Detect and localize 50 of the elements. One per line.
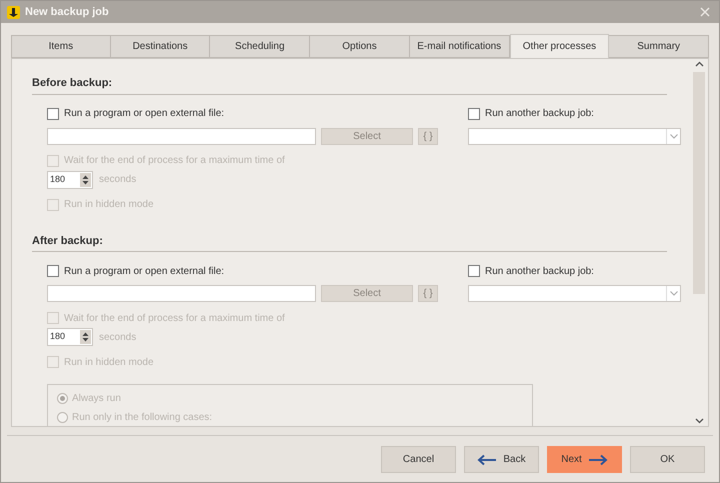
chevron-down-icon[interactable] — [670, 134, 678, 138]
tab[interactable]: Summary — [609, 35, 710, 58]
backup-job-dropdown[interactable] — [468, 285, 681, 302]
back-button[interactable]: Back — [464, 446, 539, 473]
tab[interactable]: E-mail notifications — [410, 35, 510, 58]
radio-label: Always run — [72, 392, 121, 406]
next-button[interactable]: Next — [547, 446, 622, 473]
spin-arrows-icon[interactable] — [80, 330, 91, 344]
tab[interactable]: Other processes — [510, 34, 610, 58]
checkbox-label: Run a program or open external file: — [64, 107, 224, 121]
checkbox[interactable] — [468, 108, 480, 120]
tab[interactable]: Items — [11, 35, 111, 58]
file-path-field[interactable] — [47, 128, 316, 144]
radio-button[interactable] — [57, 412, 68, 423]
scroll-down-icon[interactable] — [694, 418, 704, 424]
cancel-button[interactable]: Cancel — [381, 446, 456, 473]
unit-label: seconds — [99, 330, 136, 344]
unit-label: seconds — [99, 173, 136, 187]
app-icon — [7, 6, 20, 18]
checkbox-label: Run another backup job: — [485, 264, 594, 278]
file-path-field[interactable] — [47, 285, 316, 302]
checkbox-label: Wait for the end of process for a maximum time of — [64, 154, 285, 168]
tab[interactable]: Destinations — [110, 35, 210, 58]
checkbox[interactable] — [468, 265, 480, 277]
radio-button[interactable] — [57, 393, 68, 404]
scroll-up-icon[interactable] — [694, 61, 704, 67]
arrow-left-icon — [477, 454, 498, 466]
tab[interactable]: Scheduling — [210, 35, 310, 58]
checkbox-label: Run in hidden mode — [64, 198, 154, 212]
section-heading: Before backup: — [32, 76, 112, 91]
checkbox-label: Run another backup job: — [485, 107, 594, 121]
scrollbar[interactable] — [693, 59, 705, 426]
radio-label: Run only in the following cases: — [72, 411, 212, 425]
arrow-right-icon — [588, 454, 608, 466]
chevron-down-icon[interactable] — [670, 291, 678, 296]
checkbox-label: Run in hidden mode — [64, 356, 154, 370]
timeout-spinbox[interactable]: 180 — [47, 328, 93, 346]
ok-button[interactable]: OK — [630, 446, 705, 473]
checkbox-label: Run a program or open external file: — [64, 264, 224, 278]
close-icon[interactable] — [700, 7, 710, 17]
checkbox-label: Wait for the end of process for a maximum time of — [64, 312, 285, 326]
scrollbar-thumb[interactable] — [693, 72, 705, 294]
spin-arrows-icon[interactable] — [80, 172, 91, 186]
checkbox[interactable] — [47, 265, 59, 277]
window-title: New backup job — [25, 4, 109, 20]
timeout-spinbox[interactable]: 180 — [47, 170, 93, 188]
tab[interactable]: Options — [310, 35, 410, 58]
backup-job-dropdown[interactable] — [468, 128, 681, 144]
checkbox[interactable] — [47, 108, 59, 120]
section-heading: After backup: — [32, 234, 103, 248]
